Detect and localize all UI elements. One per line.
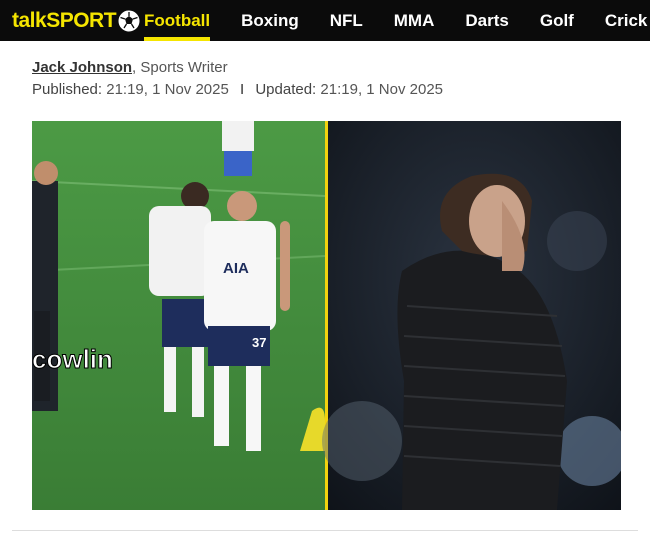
nav-item-boxing[interactable]: Boxing	[241, 0, 299, 41]
top-navigation-bar: talk SPORT Football Boxing NFL MMA Darts…	[0, 0, 650, 41]
date-separator: I	[240, 81, 245, 98]
image-overlay-text: cowlin	[32, 344, 113, 374]
article-hero-image[interactable]: AIA 37 cowlin	[32, 121, 621, 510]
published-value: 21:19, 1 Nov 2025	[106, 81, 229, 98]
nav-item-nfl[interactable]: NFL	[330, 0, 363, 41]
updated-value: 21:19, 1 Nov 2025	[320, 81, 443, 98]
nav-item-mma[interactable]: MMA	[394, 0, 435, 41]
logo-sport-text: SPORT	[46, 9, 117, 32]
logo-talk-text: talk	[12, 9, 47, 32]
talksport-logo[interactable]: talk SPORT	[12, 8, 140, 34]
main-nav: Football Boxing NFL MMA Darts Golf Crick	[144, 0, 647, 41]
author-byline: Jack Johnson, Sports Writer	[32, 59, 228, 76]
article-dates: Published: 21:19, 1 Nov 2025 I Updated: …	[32, 81, 443, 98]
shirt-sponsor-text: AIA	[223, 260, 249, 277]
hero-image-illustration: AIA 37 cowlin	[32, 121, 621, 510]
shirt-number-text: 37	[252, 335, 266, 350]
author-role: , Sports Writer	[132, 59, 228, 76]
content-divider	[12, 530, 638, 531]
nav-item-darts[interactable]: Darts	[465, 0, 508, 41]
author-link[interactable]: Jack Johnson	[32, 59, 132, 76]
nav-item-football[interactable]: Football	[144, 0, 211, 41]
nav-item-cricket[interactable]: Crick	[605, 0, 648, 41]
football-icon	[118, 10, 140, 32]
published-label: Published:	[32, 81, 103, 98]
nav-item-golf[interactable]: Golf	[540, 0, 574, 41]
updated-label: Updated:	[255, 81, 317, 98]
